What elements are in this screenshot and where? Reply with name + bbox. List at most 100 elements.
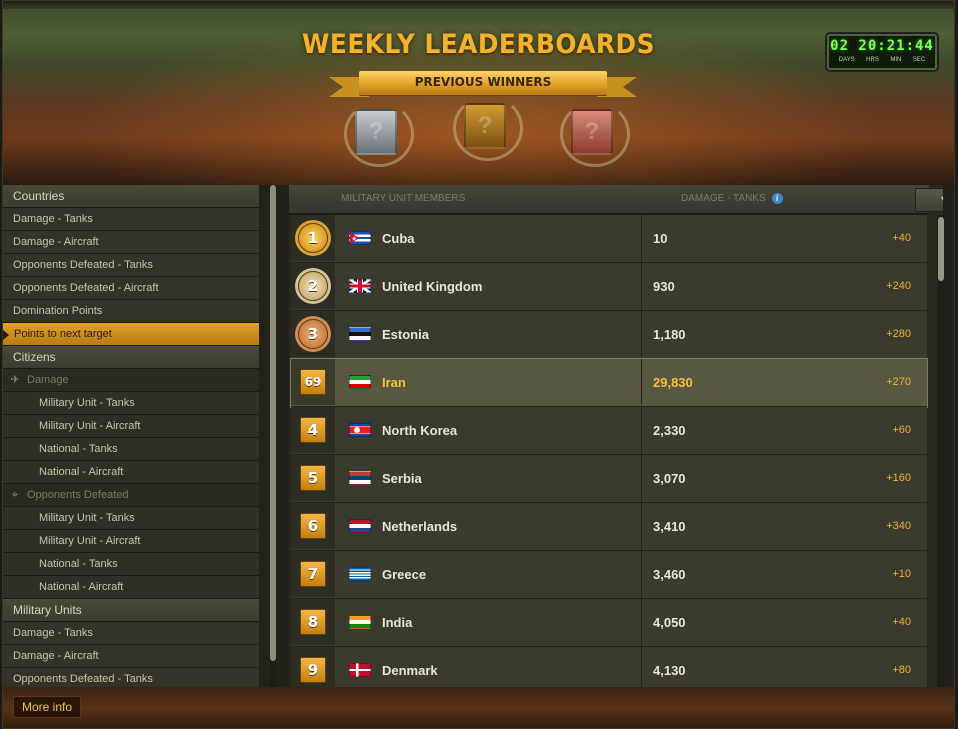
rank-cell: 5: [291, 455, 335, 501]
previous-winners-label: PREVIOUS WINNERS: [414, 75, 552, 89]
table-header: MILITARY UNIT MEMBERS DAMAGE - TANKS i: [289, 185, 929, 215]
page-title: WEEKLY LEADERBOARDS: [302, 29, 655, 60]
sidebar-item-label: Opponents Defeated - Aircraft: [13, 282, 159, 294]
damage-value: 3,410: [653, 519, 686, 534]
sidebar-item[interactable]: Military Unit - Tanks: [3, 507, 259, 530]
rank-change: +280: [886, 328, 911, 340]
sidebar-item[interactable]: Damage - Tanks: [3, 208, 259, 231]
country-name[interactable]: Estonia: [382, 327, 429, 342]
gold-medal-icon[interactable]: ?: [464, 103, 506, 149]
sidebar-item[interactable]: Opponents Defeated - Aircraft: [3, 277, 259, 300]
damage-value: 930: [653, 279, 675, 294]
info-icon[interactable]: i: [771, 193, 783, 204]
sidebar-item-label: Military Units: [13, 603, 82, 617]
sidebar-item[interactable]: Military Unit - Aircraft: [3, 415, 259, 438]
rank-change: +270: [886, 376, 911, 388]
india-flag-icon: [349, 615, 371, 629]
country-name[interactable]: Netherlands: [382, 519, 457, 534]
sidebar-item[interactable]: Damage - Aircraft: [3, 231, 259, 254]
sidebar-group-label: ✈ Damage: [3, 369, 259, 392]
timer-unit-hours: HRS: [866, 57, 879, 63]
country-name[interactable]: Cuba: [382, 231, 415, 246]
table-row[interactable]: 2 United Kingdom 930 +240: [291, 263, 927, 311]
table-row[interactable]: 4 North Korea 2,330 +60: [291, 407, 927, 455]
sidebar-section-header: Military Units: [3, 599, 259, 622]
table-row[interactable]: 7 Greece 3,460 +10: [291, 551, 927, 599]
rank-cell: 3: [291, 311, 335, 357]
sidebar-item-label: Points to next target: [14, 328, 112, 340]
country-name[interactable]: North Korea: [382, 423, 457, 438]
sidebar-item[interactable]: National - Tanks: [3, 438, 259, 461]
table-row[interactable]: 9 Denmark 4,130 +80: [291, 647, 927, 687]
country-name[interactable]: India: [382, 615, 412, 630]
country-name[interactable]: Greece: [382, 567, 426, 582]
category-dropdown-button[interactable]: ▾: [915, 188, 943, 212]
sidebar-item-label: National - Tanks: [39, 558, 118, 570]
sidebar-item[interactable]: Damage - Aircraft: [3, 645, 259, 668]
table-row[interactable]: 8 India 4,050 +40: [291, 599, 927, 647]
more-info-button[interactable]: More info: [13, 696, 82, 718]
sidebar-item-label: National - Tanks: [39, 443, 118, 455]
country-name[interactable]: Iran: [382, 375, 406, 390]
sidebar-item[interactable]: Opponents Defeated - Tanks: [3, 668, 259, 687]
greece-flag-icon: [349, 567, 371, 581]
rank-badge: 7: [300, 561, 326, 587]
serbia-flag-icon: [349, 471, 371, 485]
rank-badge: 8: [300, 609, 326, 635]
estonia-flag-icon: [349, 327, 371, 341]
table-row[interactable]: 3 Estonia 1,180 +280: [291, 311, 927, 359]
damage-value: 1,180: [653, 327, 686, 342]
rank-cell: 8: [291, 599, 335, 645]
svg-text:★: ★: [352, 236, 357, 243]
rank-cell: 9: [291, 647, 335, 687]
footer-bar: More info: [3, 687, 954, 728]
table-row[interactable]: 6 Netherlands 3,410 +340: [291, 503, 927, 551]
sidebar-scrollbar[interactable]: [270, 185, 276, 687]
sidebar-item[interactable]: Military Unit - Tanks: [3, 392, 259, 415]
damage-value: 10: [653, 231, 668, 246]
uk-flag-icon: [349, 279, 371, 293]
sidebar-item[interactable]: National - Tanks: [3, 553, 259, 576]
rank-badge: 9: [300, 657, 326, 683]
leaderboard-window: WEEKLY LEADERBOARDS PREVIOUS WINNERS ? ?…: [2, 0, 955, 729]
sidebar-item-label: Damage - Tanks: [13, 213, 93, 225]
table-scroll-thumb[interactable]: [938, 217, 944, 281]
sidebar-item[interactable]: Domination Points: [3, 300, 259, 323]
table-row[interactable]: 5 Serbia 3,070 +160: [291, 455, 927, 503]
sidebar-item-label: Citizens: [13, 350, 56, 364]
sidebar-item[interactable]: Opponents Defeated - Tanks: [3, 254, 259, 277]
sidebar-item[interactable]: National - Aircraft: [3, 576, 259, 599]
country-name[interactable]: Denmark: [382, 663, 438, 678]
sidebar-item-label: Opponents Defeated: [27, 489, 129, 501]
table-row[interactable]: 1 ★ Cuba 10 +40: [291, 215, 927, 263]
wings-icon: ✈: [10, 374, 20, 386]
timer-unit-seconds: SEC: [912, 57, 926, 63]
rank-cell: 2: [291, 263, 335, 309]
table-scrollbar[interactable]: [937, 215, 945, 687]
northkorea-flag-icon: [349, 423, 371, 437]
timer-digits: 02 20:21:44: [830, 38, 934, 54]
sidebar-item[interactable]: National - Aircraft: [3, 461, 259, 484]
sidebar-item-label: Countries: [13, 189, 65, 203]
sidebar-item-label: Damage - Aircraft: [13, 650, 99, 662]
sidebar-item[interactable]: Damage - Tanks: [3, 622, 259, 645]
sidebar-item[interactable]: Military Unit - Aircraft: [3, 530, 259, 553]
previous-winners-ribbon[interactable]: PREVIOUS WINNERS: [329, 71, 633, 97]
bronze-medal-icon[interactable]: ?: [571, 109, 613, 155]
table-row-current-player[interactable]: 69 Iran 29,830 +270: [290, 358, 928, 408]
sidebar-item[interactable]: Points to next target: [3, 323, 259, 346]
country-name[interactable]: United Kingdom: [382, 279, 482, 294]
rank-cell: 69: [291, 359, 335, 405]
rank-change: +10: [892, 568, 911, 580]
silver-medal-icon[interactable]: ?: [355, 109, 397, 155]
rank-change: +60: [892, 424, 911, 436]
rank-cell: 1: [291, 215, 335, 261]
sidebar-scroll-thumb[interactable]: [270, 185, 276, 661]
sidebar-item-label: Damage: [27, 374, 69, 386]
sidebar-item-label: Opponents Defeated - Tanks: [13, 259, 153, 271]
rank-change: +40: [892, 616, 911, 628]
timer-unit-minutes: MIN: [890, 57, 902, 63]
denmark-flag-icon: [349, 663, 371, 677]
country-name[interactable]: Serbia: [382, 471, 422, 486]
rank-medal-icon: 3: [298, 319, 328, 349]
